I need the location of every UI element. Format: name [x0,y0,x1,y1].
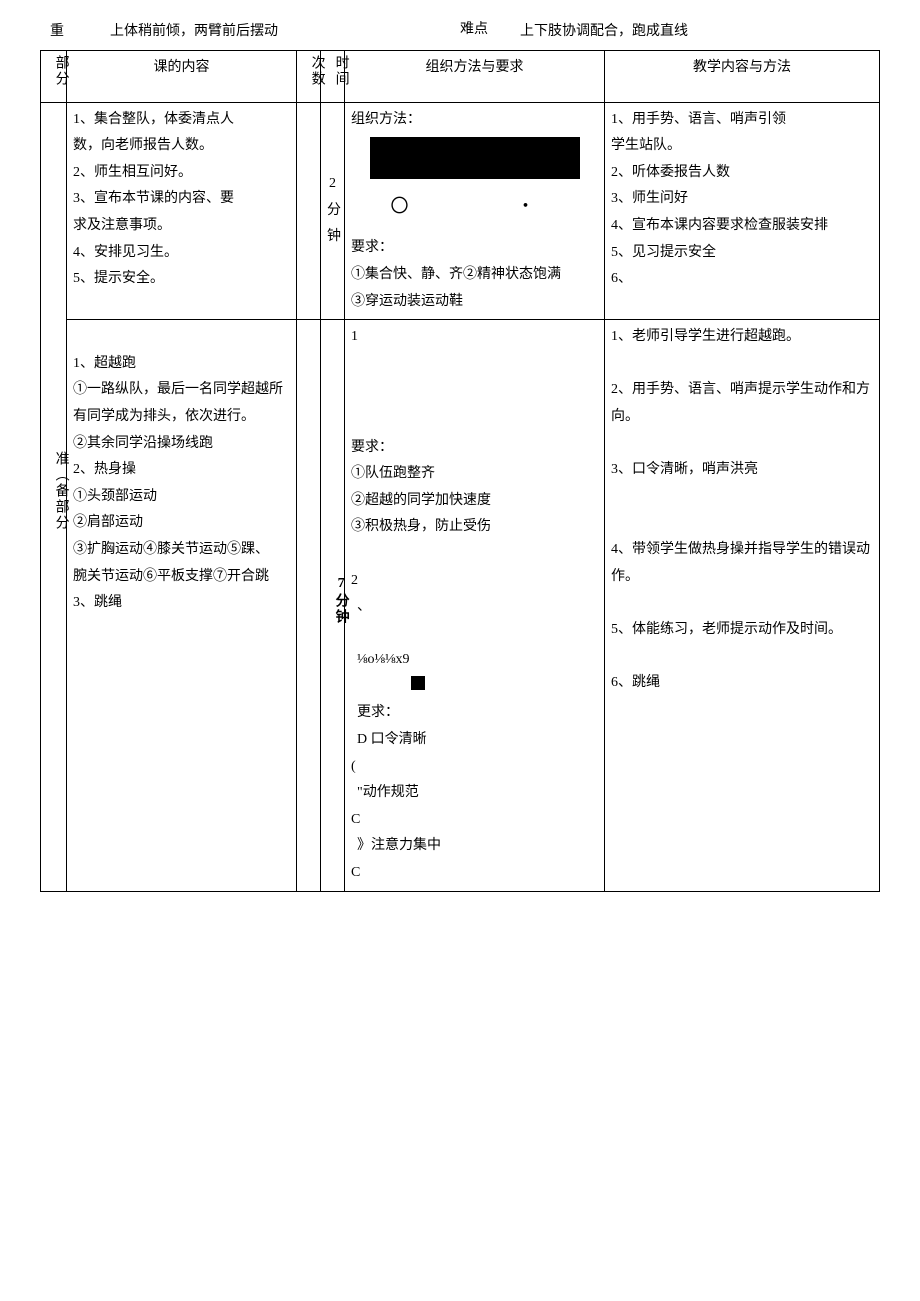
org-num: 2 [351,568,598,595]
content-line: 2、师生相互问好。 [73,160,290,187]
org-more-prefix: ( [351,754,598,781]
teach-line: 6、 [611,266,873,293]
table-row: 1、超越跑 ①一路纵队，最后一名同学超越所有同学成为排头，依次进行。 ②其余同学… [41,320,880,891]
header-teach: 教学内容与方法 [605,51,880,103]
content-line: 5、提示安全。 [73,266,290,293]
time-cell-1: 2分钟 [321,102,345,320]
teach-cell-1: 1、用手势、语言、哨声引领 学生站队。 2、听体委报告人数 3、师生问好 4、宣… [605,102,880,320]
content-line: 3、跳绳 [73,590,290,617]
header-content: 课的内容 [67,51,297,103]
content-line: ②肩部运动 [73,510,290,537]
org-req-line: ①集合快、静、齐②精神状态饱满 [351,262,598,289]
teach-line: 2、用手势、语言、哨声提示学生动作和方向。 [611,377,873,430]
teach-line: 5、体能练习，老师提示动作及时间。 [611,617,873,644]
difficulty-label: 难点 [460,20,500,40]
part-cell: 准︵备部分 [41,102,67,891]
teach-line: 5、见习提示安全 [611,240,873,267]
key-point-text: 上体稍前倾，两臂前后摆动 [110,20,460,40]
formation-diagram [370,137,580,179]
org-sep: 、 [351,594,598,621]
content-cell-1: 1、集合整队，体委清点人 数，向老师报告人数。 2、师生相互问好。 3、宣布本节… [67,102,297,320]
org-cell-1: 组织方法： 〇 ・ 要求： ①集合快、静、齐②精神状态饱满 ③穿运动装运动鞋 [345,102,605,320]
key-point-label: 重 [50,20,110,40]
org-title: 组织方法： [351,107,598,134]
teach-line: 6、跳绳 [611,670,873,697]
formation-symbols: 〇 ・ [351,189,598,223]
lesson-plan-table: 部分 课的内容 次数 时间 组织方法与要求 教学内容与方法 准︵备部分 1、集合… [40,50,880,892]
content-line: 1、超越跑 [73,351,290,378]
content-line: 1、集合整队，体委清点人 [73,107,290,134]
time-cell-2: 7分钟 [321,320,345,891]
count-cell-1 [297,102,321,320]
teach-line: 3、口令清晰，哨声洪亮 [611,457,873,484]
org-req-line: ③积极热身，防止受伤 [351,514,598,541]
org-cell-2: 1 要求： ①队伍跑整齐 ②超越的同学加快速度 ③积极热身，防止受伤 2 、 ⅛… [345,320,605,891]
content-line: ①一路纵队，最后一名同学超越所有同学成为排头，依次进行。 [73,377,290,430]
header-org: 组织方法与要求 [345,51,605,103]
org-code: ⅛o⅛⅛x9 [351,647,598,674]
difficulty-text: 上下肢协调配合，跑成直线 [500,20,870,40]
teach-line: 1、用手势、语言、哨声引领 [611,107,873,134]
teach-line: 4、宣布本课内容要求检查服装安排 [611,213,873,240]
content-cell-2: 1、超越跑 ①一路纵队，最后一名同学超越所有同学成为排头，依次进行。 ②其余同学… [67,320,297,891]
org-req-label: 要求： [351,435,598,462]
org-req-line: ③穿运动装运动鞋 [351,289,598,316]
teach-cell-2: 1、老师引导学生进行超越跑。 2、用手势、语言、哨声提示学生动作和方向。 3、口… [605,320,880,891]
org-req-label: 要求： [351,235,598,262]
org-more-line: "动作规范 [351,780,598,807]
teach-line: 3、师生问好 [611,186,873,213]
count-cell-2 [297,320,321,891]
part-label: 准︵备部分 [47,451,74,531]
content-line: ①头颈部运动 [73,484,290,511]
teach-line: 1、老师引导学生进行超越跑。 [611,324,873,351]
header-part: 部分 [41,51,67,103]
org-more-c: C [351,807,598,834]
teach-line: 4、带领学生做热身操并指导学生的错误动作。 [611,537,873,590]
table-header-row: 部分 课的内容 次数 时间 组织方法与要求 教学内容与方法 [41,51,880,103]
content-line: 腕关节运动⑥平板支撑⑦开合跳 [73,564,290,591]
content-line: ③扩胸运动④膝关节运动⑤踝、 [73,537,290,564]
content-line: 3、宣布本节课的内容、要 [73,186,290,213]
org-num: 1 [351,324,598,351]
header-count: 次数 [297,51,321,103]
org-more-line: D 口令清晰 [351,727,598,754]
content-line: 求及注意事项。 [73,213,290,240]
teach-line: 2、听体委报告人数 [611,160,873,187]
content-line: 数，向老师报告人数。 [73,133,290,160]
table-row: 准︵备部分 1、集合整队，体委清点人 数，向老师报告人数。 2、师生相互问好。 … [41,102,880,320]
org-req-line: ②超越的同学加快速度 [351,488,598,515]
org-more-line: 》注意力集中 [351,833,598,860]
square-icon [351,674,598,701]
content-line: 2、热身操 [73,457,290,484]
time-value: 2分钟 [327,176,341,244]
org-req-line: ①队伍跑整齐 [351,461,598,488]
time-value: 7分钟 [327,576,354,625]
org-more-label: 更求： [351,700,598,727]
content-line: ②其余同学沿操场线跑 [73,431,290,458]
org-more-c: C [351,860,598,887]
content-line: 4、安排见习生。 [73,240,290,267]
header-summary: 重 上体稍前倾，两臂前后摆动 难点 上下肢协调配合，跑成直线 [40,20,880,40]
teach-line: 学生站队。 [611,133,873,160]
